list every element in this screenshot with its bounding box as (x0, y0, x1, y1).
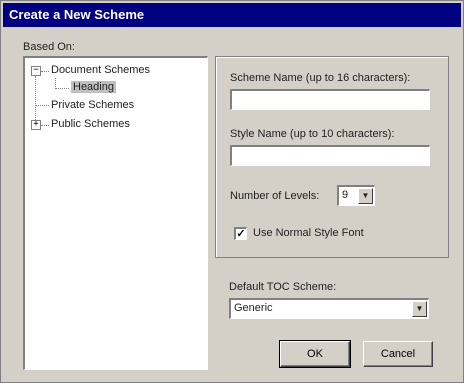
scheme-name-input[interactable] (230, 89, 430, 110)
default-toc-value: Generic (234, 302, 273, 314)
tree-connector (35, 105, 49, 106)
tree-item-private-schemes[interactable]: Private Schemes (51, 99, 134, 111)
tree-item-heading[interactable]: Heading (71, 81, 116, 93)
tree-item-public-schemes[interactable]: Public Schemes (51, 118, 130, 130)
scheme-settings-group: Scheme Name (up to 16 characters): Style… (215, 56, 449, 258)
levels-dropdown[interactable]: 9 ▼ (337, 185, 375, 206)
default-toc-section: Default TOC Scheme: Generic ▼ (215, 269, 447, 333)
tree-connector (41, 71, 49, 72)
based-on-label: Based On: (23, 41, 75, 53)
use-normal-font-checkbox[interactable]: ✓ (234, 227, 247, 240)
levels-label: Number of Levels: (230, 190, 320, 202)
tree-item-document-schemes[interactable]: Document Schemes (51, 64, 150, 76)
scheme-name-label: Scheme Name (up to 16 characters): (230, 72, 411, 84)
based-on-tree[interactable]: − Document Schemes Heading Private Schem… (23, 56, 208, 370)
default-toc-label: Default TOC Scheme: (229, 281, 337, 293)
style-name-input[interactable] (230, 145, 430, 166)
expand-icon[interactable]: + (31, 120, 41, 130)
style-name-label: Style Name (up to 10 characters): (230, 128, 395, 140)
create-scheme-dialog: Create a New Scheme Based On: − Document… (0, 0, 464, 383)
levels-value: 9 (342, 189, 349, 201)
collapse-icon[interactable]: − (31, 66, 41, 76)
use-normal-font-label: Use Normal Style Font (253, 227, 364, 239)
chevron-down-icon[interactable]: ▼ (358, 188, 373, 204)
chevron-down-icon[interactable]: ▼ (412, 301, 427, 317)
cancel-button[interactable]: Cancel (363, 341, 433, 367)
dialog-title: Create a New Scheme (3, 3, 461, 27)
ok-button[interactable]: OK (279, 340, 351, 368)
tree-connector (55, 88, 69, 89)
tree-connector (41, 125, 49, 126)
default-toc-dropdown[interactable]: Generic ▼ (229, 298, 429, 319)
tree-connector (35, 76, 36, 124)
